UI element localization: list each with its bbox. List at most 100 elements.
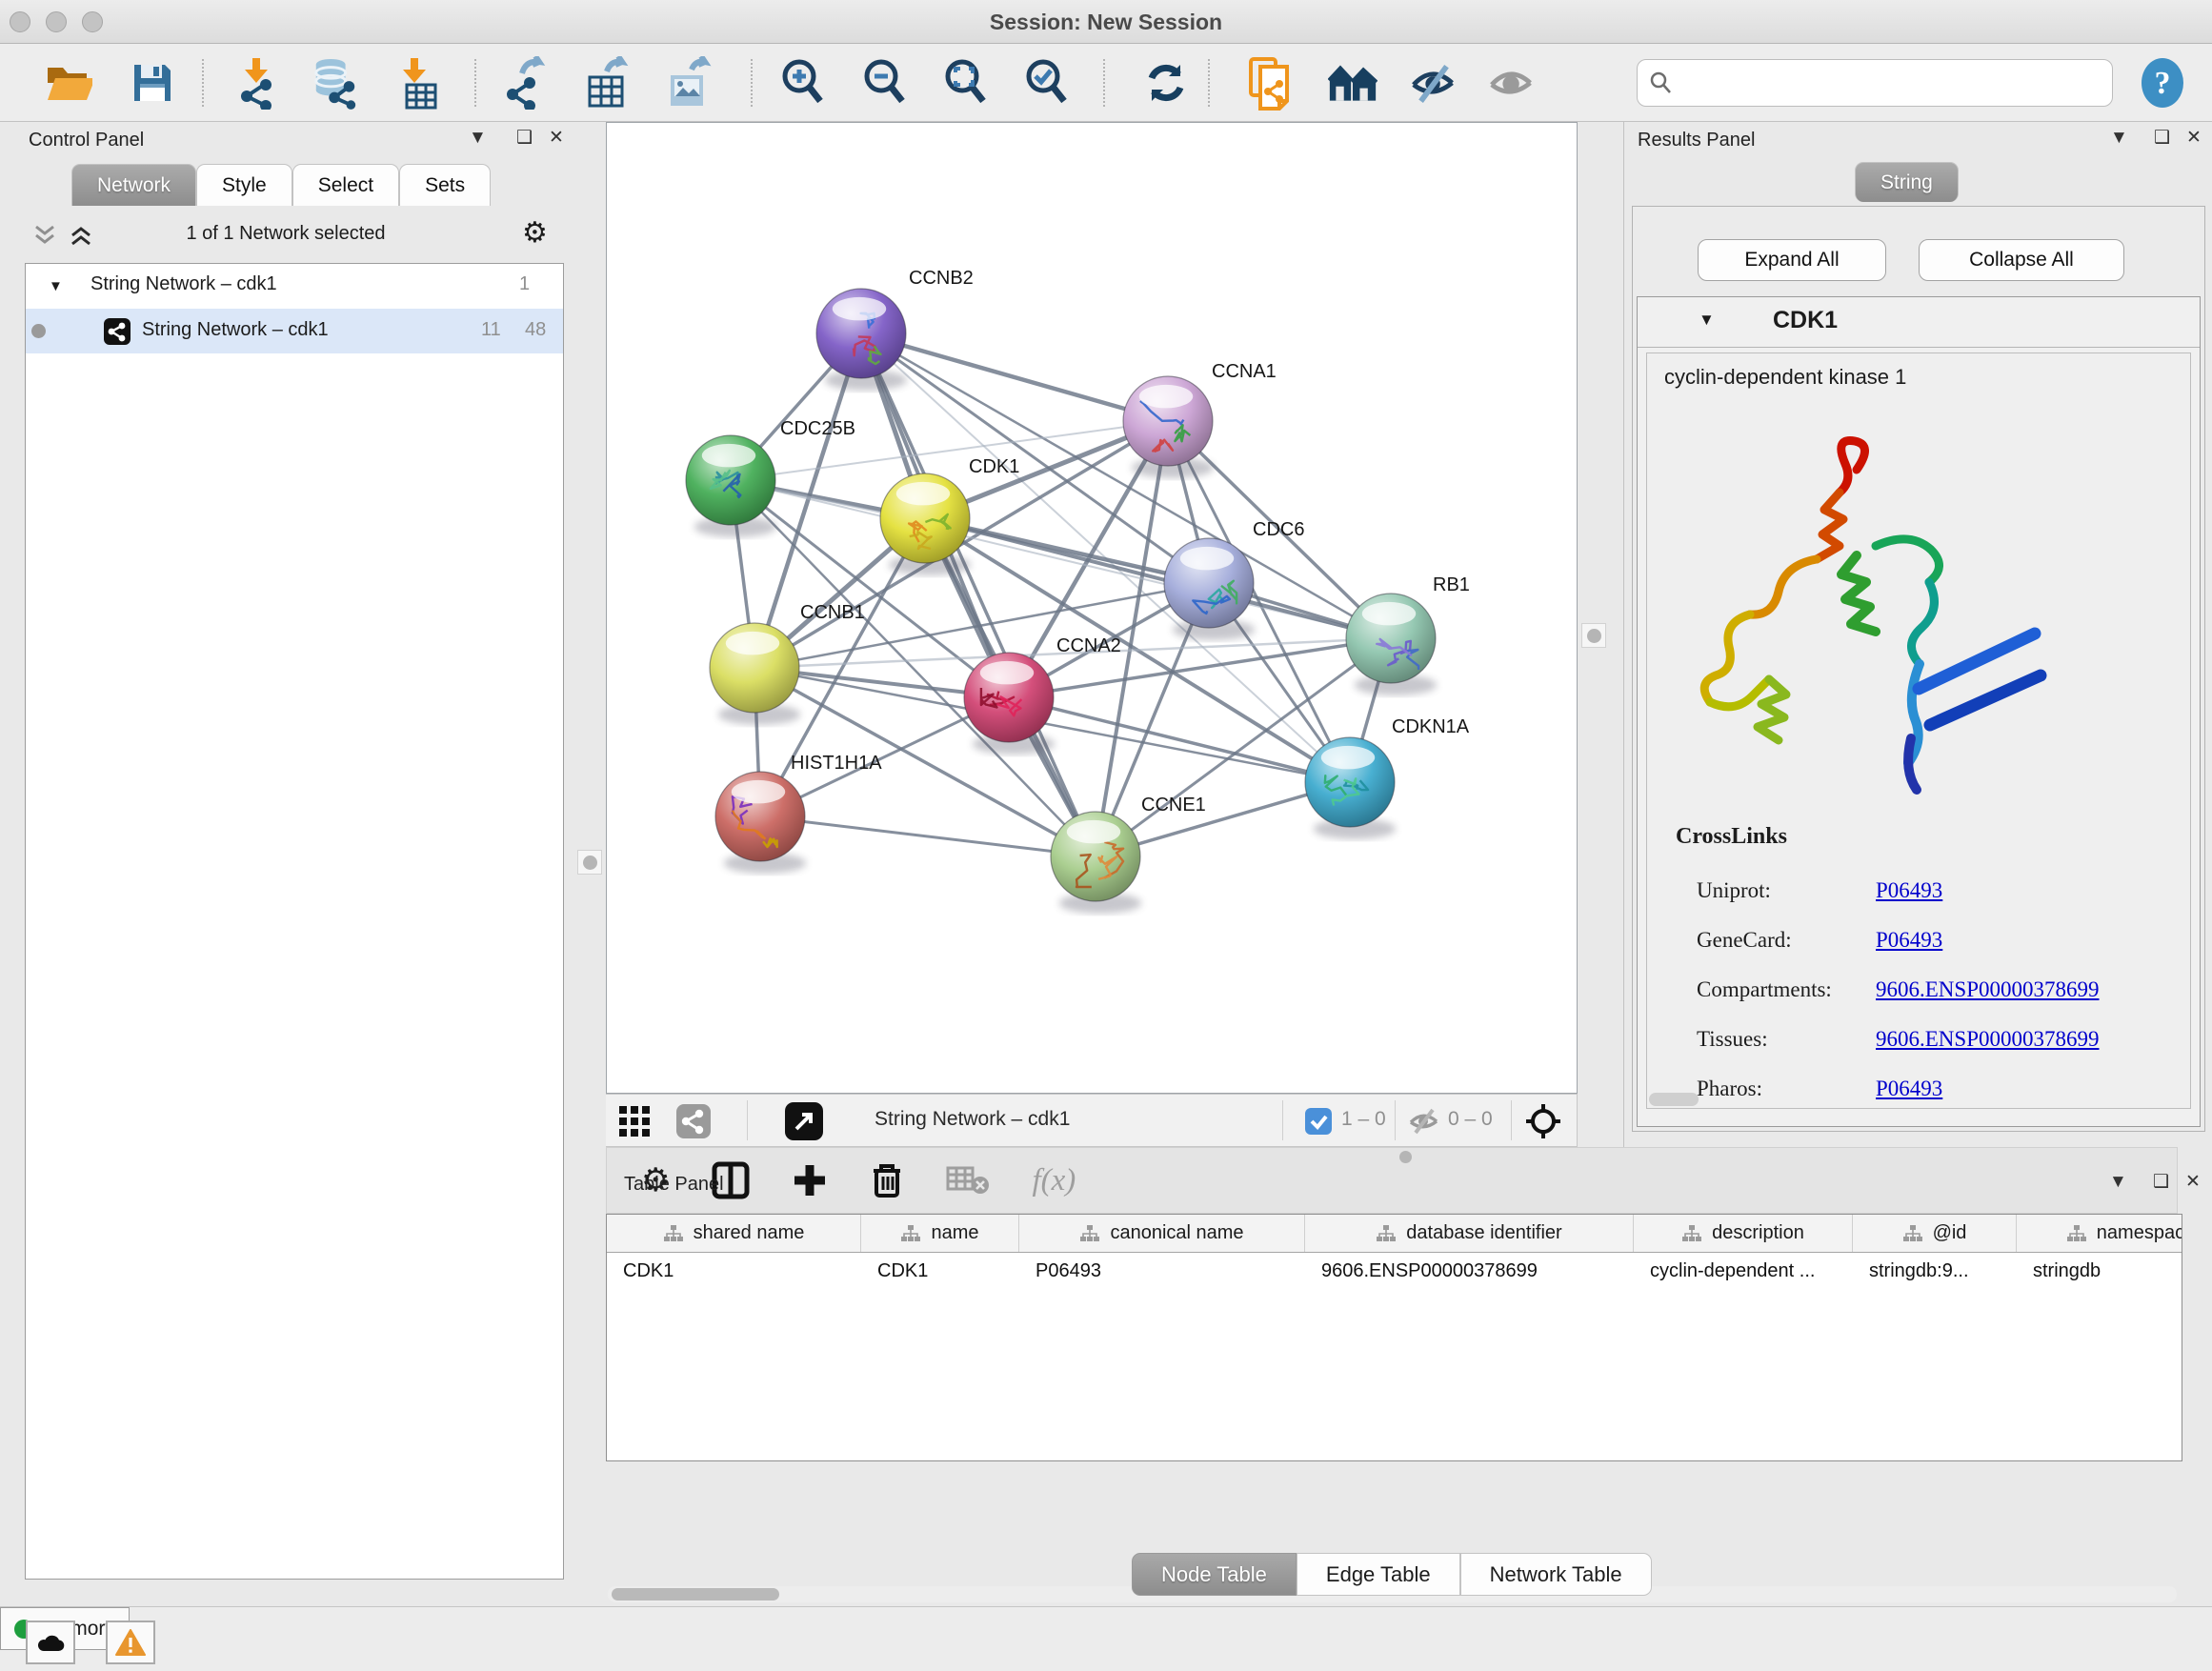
network-view-icon[interactable] <box>676 1104 711 1138</box>
tab-node-table[interactable]: Node Table <box>1132 1553 1297 1596</box>
function-builder-icon[interactable]: f(x) <box>1032 1163 1076 1198</box>
network-edge[interactable] <box>861 333 1096 856</box>
tab-sets[interactable]: Sets <box>399 164 491 206</box>
entry-collapse-caret-icon[interactable]: ▼ <box>1699 311 1715 330</box>
panel-menu-caret-icon[interactable]: ▼ <box>2109 1172 2127 1193</box>
collapse-all-button[interactable]: Collapse All <box>1919 239 2124 281</box>
panel-close-icon[interactable]: ✕ <box>2185 1171 2201 1193</box>
table-cell[interactable]: cyclin-dependent ... <box>1634 1260 1853 1282</box>
table-cell[interactable]: 9606.ENSP00000378699 <box>1305 1260 1634 1282</box>
search-input[interactable] <box>1681 72 2091 94</box>
network-row[interactable]: String Network – cdk1 11 48 <box>26 309 563 353</box>
network-node-HIST1H1A[interactable]: HIST1H1A <box>715 753 882 874</box>
column-header--id[interactable]: @id <box>1853 1215 2017 1252</box>
panel-float-icon[interactable]: ❑ <box>2154 127 2170 149</box>
selected-checkbox-icon[interactable] <box>1305 1108 1332 1135</box>
table-cell[interactable]: stringdb <box>2017 1260 2182 1282</box>
network-edge[interactable] <box>861 333 1168 421</box>
zoom-out-icon[interactable] <box>860 56 910 110</box>
hide-graphics-details-icon[interactable] <box>1410 56 1459 110</box>
delete-table-icon[interactable] <box>946 1164 990 1197</box>
warnings-button[interactable] <box>106 1621 155 1664</box>
network-node-RB1[interactable]: RB1 <box>1346 574 1470 695</box>
network-selected-status: 1 of 1 Network selected <box>0 223 572 245</box>
crosslink-value-link[interactable]: P06493 <box>1876 878 1942 903</box>
export-image-icon[interactable] <box>663 56 713 110</box>
tab-style[interactable]: Style <box>196 164 292 206</box>
column-header-shared-name[interactable]: shared name <box>607 1215 861 1252</box>
left-splitter-handle[interactable] <box>577 850 602 875</box>
tab-edge-table[interactable]: Edge Table <box>1297 1553 1460 1596</box>
tree-expander-icon[interactable]: ▼ <box>49 278 63 294</box>
search-field[interactable] <box>1637 59 2113 107</box>
node-table[interactable]: shared namenamecanonical namedatabase id… <box>606 1214 2182 1461</box>
current-network-bullet-icon <box>31 324 46 338</box>
detach-view-icon[interactable] <box>785 1102 823 1140</box>
table-cell[interactable]: stringdb:9... <box>1853 1260 2017 1282</box>
column-header-description[interactable]: description <box>1634 1215 1853 1252</box>
delete-column-icon[interactable] <box>870 1161 904 1199</box>
crosslink-value-link[interactable]: 9606.ENSP00000378699 <box>1876 1027 2100 1052</box>
protein-structure-image <box>1657 403 2076 813</box>
crosslink-value-link[interactable]: P06493 <box>1876 928 1942 953</box>
panel-close-icon[interactable]: ✕ <box>549 127 564 149</box>
network-node-CCNB2[interactable]: CCNB2 <box>816 268 974 391</box>
refresh-icon[interactable] <box>1141 56 1191 110</box>
network-results-splitter[interactable] <box>1578 122 1623 1147</box>
tab-string[interactable]: String <box>1855 162 1959 202</box>
table-row[interactable]: CDK1CDK1P064939606.ENSP00000378699cyclin… <box>607 1253 2182 1289</box>
crosslink-value-link[interactable]: 9606.ENSP00000378699 <box>1876 977 2100 1002</box>
network-collection-row[interactable]: ▼ String Network – cdk1 1 <box>26 264 563 309</box>
separator <box>1282 1100 1283 1140</box>
table-cell[interactable]: P06493 <box>1019 1260 1305 1282</box>
tab-select[interactable]: Select <box>292 164 399 206</box>
network-edge[interactable] <box>925 518 1391 638</box>
horizontal-splitter-handle[interactable] <box>1399 1151 1412 1163</box>
save-session-icon[interactable] <box>128 56 177 110</box>
string-network-graph[interactable]: CCNB2CCNA1CDC25BCDK1CDC6RB1CCNB1CCNA2CDK… <box>607 123 1577 1093</box>
panel-menu-caret-icon[interactable]: ▼ <box>469 128 487 149</box>
zoom-selected-icon[interactable] <box>1022 56 1072 110</box>
network-options-gear-icon[interactable]: ⚙ <box>522 216 548 250</box>
column-header-canonical-name[interactable]: canonical name <box>1019 1215 1305 1252</box>
zoom-in-icon[interactable] <box>778 56 828 110</box>
panel-menu-caret-icon[interactable]: ▼ <box>2110 128 2128 149</box>
import-network-database-icon[interactable] <box>311 56 360 110</box>
column-header-name[interactable]: name <box>861 1215 1019 1252</box>
column-header-namespace[interactable]: namespace <box>2017 1215 2182 1252</box>
network-canvas[interactable]: CCNB2CCNA1CDC25BCDK1CDC6RB1CCNB1CCNA2CDK… <box>606 122 1578 1094</box>
panel-float-icon[interactable]: ❑ <box>516 127 533 149</box>
automation-cloud-button[interactable] <box>26 1621 75 1664</box>
zoom-fit-icon[interactable] <box>941 56 991 110</box>
export-table-icon[interactable] <box>581 56 631 110</box>
import-network-file-icon[interactable] <box>232 56 282 110</box>
grid-view-icon[interactable] <box>619 1106 650 1137</box>
tab-network-table[interactable]: Network Table <box>1460 1553 1652 1596</box>
network-node-CDK1[interactable]: CDK1 <box>880 456 1019 575</box>
right-splitter-handle[interactable] <box>1581 623 1606 648</box>
birdseye-crosshair-icon[interactable] <box>1524 1102 1562 1140</box>
column-type-icon <box>1681 1224 1702 1243</box>
network-node-CDKN1A[interactable]: CDKN1A <box>1305 716 1470 839</box>
status-bar: Memory <box>0 1606 2212 1671</box>
column-header-database-identifier[interactable]: database identifier <box>1305 1215 1634 1252</box>
expand-all-button[interactable]: Expand All <box>1698 239 1886 281</box>
panel-close-icon[interactable]: ✕ <box>2186 127 2202 149</box>
tab-network[interactable]: Network <box>71 164 196 206</box>
panel-float-icon[interactable]: ❑ <box>2153 1171 2169 1193</box>
export-network-icon[interactable] <box>501 56 551 110</box>
network-node-CDC6[interactable]: CDC6 <box>1164 519 1304 640</box>
add-column-icon[interactable] <box>792 1162 828 1198</box>
show-graphics-details-icon[interactable] <box>1488 56 1538 110</box>
crosslink-value-link[interactable]: P06493 <box>1876 1077 1942 1101</box>
birdseye-houses-icon[interactable] <box>1328 56 1377 110</box>
network-node-CCNA1[interactable]: CCNA1 <box>1123 361 1277 478</box>
table-cell[interactable]: CDK1 <box>607 1260 861 1282</box>
help-icon[interactable]: ? <box>2138 56 2187 110</box>
import-table-file-icon[interactable] <box>392 56 442 110</box>
table-cell[interactable]: CDK1 <box>861 1260 1019 1282</box>
clone-network-icon[interactable] <box>1246 56 1296 110</box>
results-hscroll-thumb[interactable] <box>1649 1093 1699 1106</box>
open-file-icon[interactable] <box>44 56 93 110</box>
network-edge[interactable] <box>760 816 1096 856</box>
